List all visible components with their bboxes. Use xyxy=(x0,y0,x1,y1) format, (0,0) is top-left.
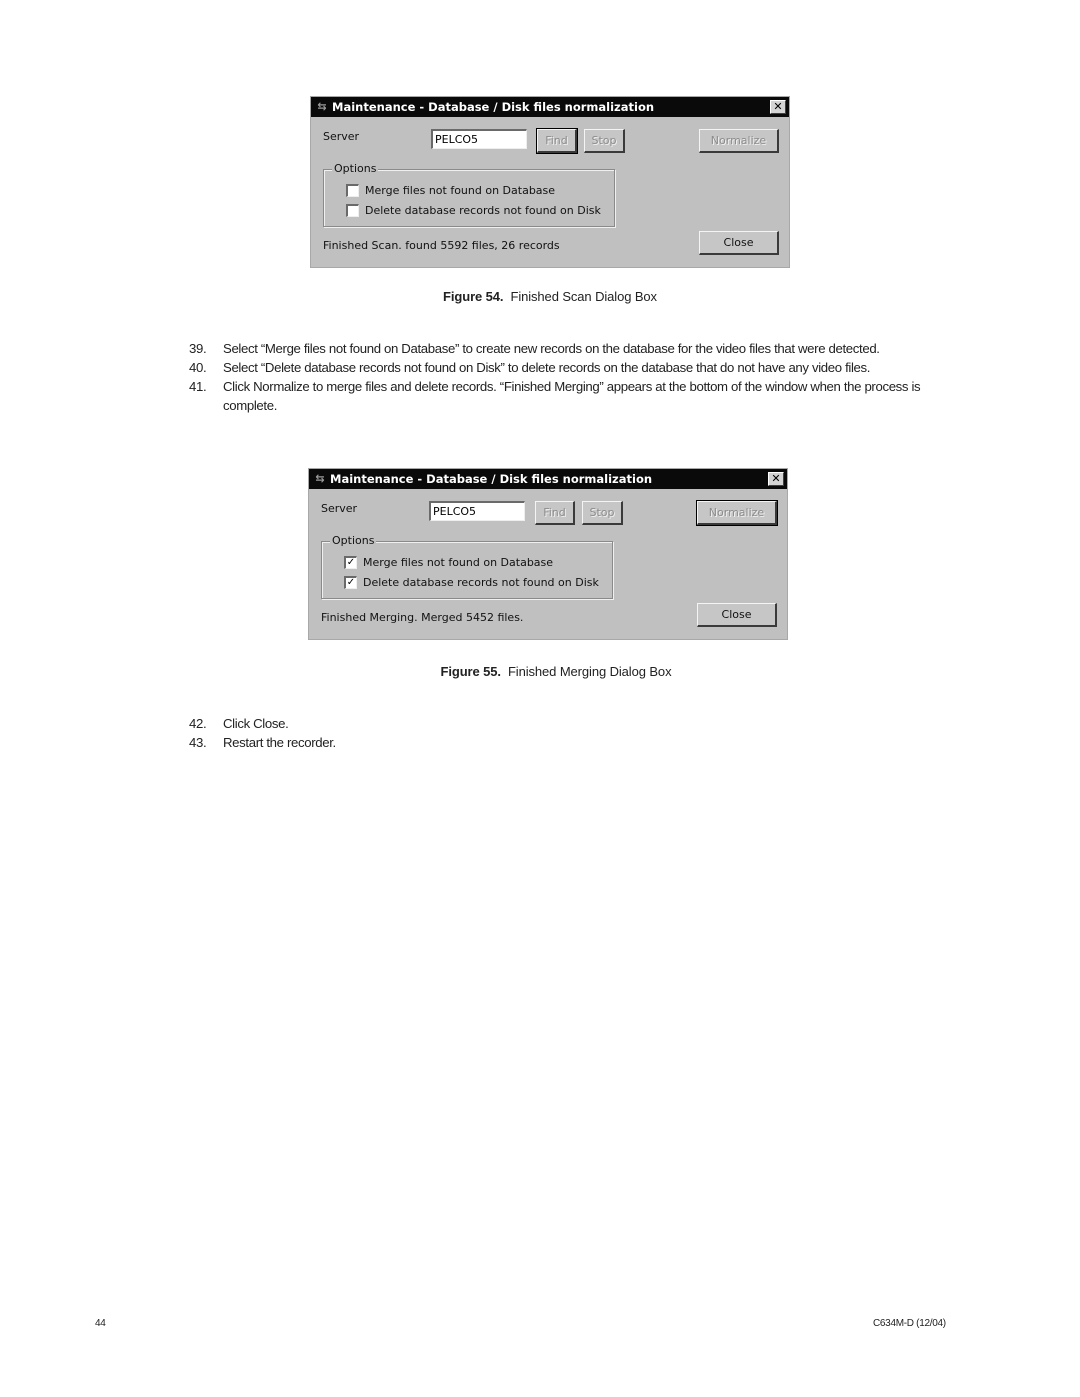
options-legend: Options xyxy=(330,534,377,547)
step-number: 39. xyxy=(189,341,207,356)
merge-files-option[interactable]: ✓ Merge files not found on Database xyxy=(344,556,553,569)
merge-files-label: Merge files not found on Database xyxy=(365,184,556,197)
step-text: Restart the recorder. xyxy=(223,735,336,750)
step-number: 41. xyxy=(189,379,207,394)
step-text: Select “Merge files not found on Databas… xyxy=(223,341,880,356)
merge-files-checkbox[interactable]: ✓ xyxy=(344,556,357,569)
server-label: Server xyxy=(323,130,360,143)
find-button[interactable]: Find xyxy=(535,501,575,525)
close-button[interactable]: Close xyxy=(699,231,779,255)
server-input[interactable] xyxy=(429,501,525,521)
figure-title: Finished Scan Dialog Box xyxy=(510,289,657,304)
dialog-title: Maintenance - Database / Disk files norm… xyxy=(332,100,655,114)
step-number: 40. xyxy=(189,360,207,375)
server-label: Server xyxy=(321,502,358,515)
find-button[interactable]: Find xyxy=(536,128,578,154)
options-group: Options ✓ Merge files not found on Datab… xyxy=(321,534,613,599)
dialog-title: Maintenance - Database / Disk files norm… xyxy=(330,472,653,486)
status-text: Finished Merging. Merged 5452 files. xyxy=(321,611,524,624)
figure-caption: Figure 55. Finished Merging Dialog Box xyxy=(16,664,1080,679)
figure-label: Figure 55. xyxy=(440,664,502,679)
close-icon[interactable]: ✕ xyxy=(768,472,784,486)
step-text: Select “Delete database records not foun… xyxy=(223,360,871,375)
arrows-icon: ⇆ xyxy=(315,472,325,485)
instruction-list: 39. Select “Merge files not found on Dat… xyxy=(189,339,929,415)
stop-button[interactable]: Stop xyxy=(584,129,625,153)
step-number: 43. xyxy=(189,735,207,750)
finished-scan-dialog: ⇆ Maintenance - Database / Disk files no… xyxy=(310,96,790,268)
server-input[interactable] xyxy=(431,129,527,149)
delete-records-option[interactable]: ✓ Delete database records not found on D… xyxy=(344,576,599,589)
list-item: 41. Click Normalize to merge files and d… xyxy=(189,377,929,415)
list-item: 43. Restart the recorder. xyxy=(189,733,929,752)
instruction-list: 42. Click Close. 43. Restart the recorde… xyxy=(189,714,929,752)
status-text: Finished Scan. found 5592 files, 26 reco… xyxy=(323,239,560,252)
delete-records-checkbox[interactable] xyxy=(346,204,359,217)
document-id: C634M-D (12/04) xyxy=(873,1318,946,1329)
delete-records-label: Delete database records not found on Dis… xyxy=(365,204,601,217)
figure-caption: Figure 54. Finished Scan Dialog Box xyxy=(10,289,1080,304)
dialog-titlebar: ⇆ Maintenance - Database / Disk files no… xyxy=(309,469,787,489)
options-legend: Options xyxy=(332,162,379,175)
list-item: 42. Click Close. xyxy=(189,714,929,733)
options-group: Options Merge files not found on Databas… xyxy=(323,162,615,227)
merge-files-option[interactable]: Merge files not found on Database xyxy=(346,184,555,197)
figure-label: Figure 54. xyxy=(443,289,504,304)
arrows-icon: ⇆ xyxy=(317,100,327,113)
list-item: 40. Select “Delete database records not … xyxy=(189,358,929,377)
merge-files-label: Merge files not found on Database xyxy=(363,556,554,569)
figure-title: Finished Merging Dialog Box xyxy=(507,664,672,679)
delete-records-option[interactable]: Delete database records not found on Dis… xyxy=(346,204,601,217)
delete-records-checkbox[interactable]: ✓ xyxy=(344,576,357,589)
dialog-titlebar: ⇆ Maintenance - Database / Disk files no… xyxy=(311,97,789,117)
page-number: 44 xyxy=(95,1318,106,1329)
delete-records-label: Delete database records not found on Dis… xyxy=(363,576,599,589)
step-number: 42. xyxy=(189,716,207,731)
normalize-button[interactable]: Normalize xyxy=(696,500,778,526)
close-icon[interactable]: ✕ xyxy=(770,100,786,114)
step-text: Click Normalize to merge files and delet… xyxy=(223,379,921,413)
list-item: 39. Select “Merge files not found on Dat… xyxy=(189,339,929,358)
finished-merging-dialog: ⇆ Maintenance - Database / Disk files no… xyxy=(308,468,788,640)
close-button[interactable]: Close xyxy=(697,603,777,627)
merge-files-checkbox[interactable] xyxy=(346,184,359,197)
stop-button[interactable]: Stop xyxy=(582,501,623,525)
normalize-button[interactable]: Normalize xyxy=(699,129,779,153)
step-text: Click Close. xyxy=(223,716,289,731)
